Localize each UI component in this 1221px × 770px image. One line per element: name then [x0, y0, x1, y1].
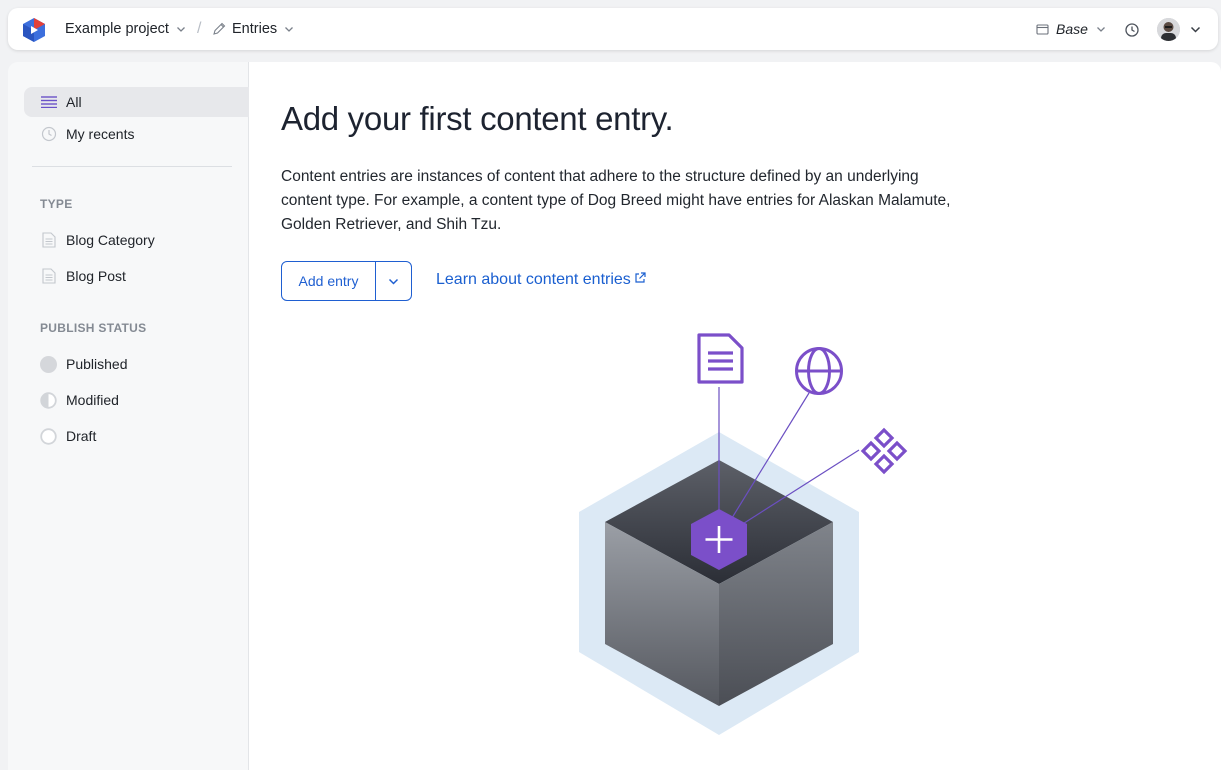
document-icon [40, 268, 57, 285]
section-switcher[interactable]: Entries [212, 8, 294, 50]
empty-circle-icon [40, 427, 57, 445]
half-circle-icon [40, 391, 57, 409]
history-icon[interactable] [1124, 22, 1140, 38]
branch-name: Base [1056, 21, 1088, 37]
type-heading: TYPE [40, 197, 73, 211]
project-switcher[interactable]: Example project [65, 8, 186, 50]
sidebar-item-draft[interactable]: Draft [24, 421, 249, 451]
list-icon [40, 94, 57, 111]
section-name: Entries [232, 21, 278, 37]
chevron-down-icon[interactable] [1190, 24, 1201, 35]
clock-icon [40, 126, 57, 143]
project-name: Example project [65, 21, 169, 37]
user-avatar[interactable] [1157, 18, 1180, 41]
main-content: Add your first content entry. Content en… [249, 62, 1221, 770]
sidebar: All My recents TYPE Blog Category Blog P… [8, 62, 249, 770]
sidebar-item-label: Published [66, 356, 128, 372]
sidebar-item-modified[interactable]: Modified [24, 385, 249, 415]
sidebar-divider [32, 166, 232, 167]
sidebar-item-blog-post[interactable]: Blog Post [24, 261, 249, 291]
learn-about-content-entries-link[interactable]: Learn about content entries [436, 271, 646, 289]
chevron-down-icon [177, 27, 185, 32]
top-bar: Example project / Entries Base [8, 8, 1218, 50]
sidebar-item-all[interactable]: All [24, 87, 249, 117]
branch-icon [1036, 23, 1049, 35]
document-icon [40, 232, 57, 249]
sidebar-item-label: Draft [66, 428, 97, 444]
globe-icon [795, 347, 843, 395]
avatar-image [1157, 18, 1180, 41]
learn-link-label: Learn about content entries [436, 271, 631, 288]
filled-circle-icon [40, 355, 57, 373]
app-logo-icon[interactable] [23, 18, 45, 42]
sidebar-item-label: Blog Category [66, 232, 155, 248]
chevron-down-icon [388, 278, 399, 285]
sidebar-item-label: My recents [66, 126, 135, 142]
add-entry-button[interactable]: Add entry [282, 262, 376, 300]
chevron-down-icon [285, 27, 294, 32]
page-description: Content entries are instances of content… [281, 168, 951, 233]
sidebar-item-label: Blog Post [66, 268, 126, 284]
branch-switcher[interactable]: Base [1036, 8, 1106, 50]
document-icon [697, 333, 744, 384]
pencil-icon [213, 22, 226, 35]
empty-state-illustration [579, 333, 908, 735]
add-entry-dropdown-button[interactable] [376, 262, 411, 300]
sidebar-item-published[interactable]: Published [24, 349, 249, 379]
sidebar-item-label: All [66, 94, 82, 110]
add-entry-split-button: Add entry [281, 261, 412, 301]
publish-status-heading: PUBLISH STATUS [40, 321, 147, 335]
breadcrumb-separator: / [197, 20, 202, 37]
diamond-grid-icon [860, 427, 908, 475]
sidebar-item-blog-category[interactable]: Blog Category [24, 225, 249, 255]
sidebar-item-label: Modified [66, 392, 119, 408]
external-link-icon [635, 272, 646, 283]
chevron-down-icon [1096, 27, 1105, 32]
page-title: Add your first content entry. [281, 100, 674, 137]
sidebar-item-my-recents[interactable]: My recents [24, 119, 249, 149]
